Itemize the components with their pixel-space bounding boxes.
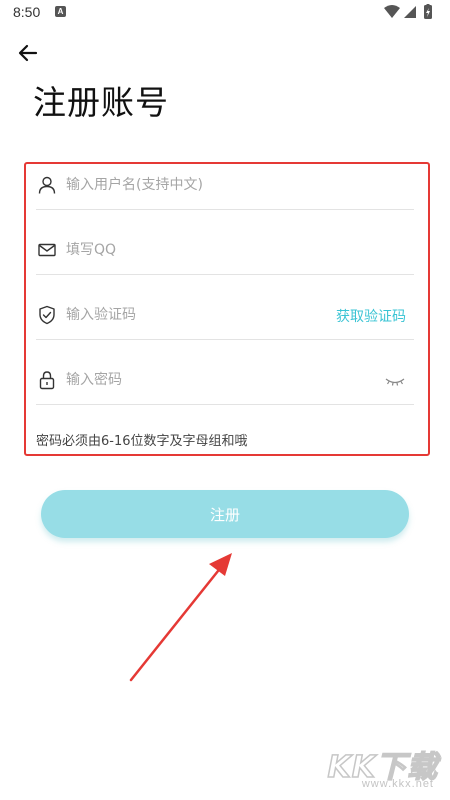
qq-input[interactable]	[66, 237, 326, 263]
status-icons	[384, 4, 432, 19]
status-bar: 8:50 A	[0, 0, 450, 26]
lock-icon	[39, 371, 55, 390]
page-title: 注册账号	[33, 83, 169, 122]
signal-icon	[404, 6, 416, 18]
eye-closed-icon[interactable]	[384, 371, 406, 391]
password-field-row	[36, 359, 414, 405]
qq-field-row	[36, 229, 414, 275]
code-field-row: 获取验证码	[36, 294, 414, 340]
back-button[interactable]	[14, 38, 44, 68]
back-arrow-icon	[18, 44, 38, 62]
shield-check-icon	[39, 305, 55, 325]
password-hint: 密码必须由6-16位数字及字母组和哦	[36, 434, 248, 449]
watermark-url: www.kkx.net	[361, 778, 434, 790]
notification-icon: A	[55, 6, 66, 17]
username-input[interactable]	[66, 172, 326, 198]
battery-icon	[424, 4, 432, 19]
get-code-button[interactable]: 获取验证码	[336, 306, 406, 326]
mail-icon	[38, 243, 56, 257]
password-input[interactable]	[66, 367, 326, 393]
watermark: KK下载 www.kkx.net	[300, 742, 440, 794]
register-button[interactable]: 注册	[41, 490, 409, 538]
register-form: 获取验证码 密码必须由6-16位数字及字母组和哦	[24, 162, 430, 456]
watermark-logo: KK下载	[327, 749, 438, 786]
username-field-row	[36, 164, 414, 210]
user-icon	[38, 176, 56, 194]
code-input[interactable]	[66, 302, 326, 328]
status-time: 8:50	[13, 4, 41, 20]
wifi-icon	[384, 5, 400, 18]
